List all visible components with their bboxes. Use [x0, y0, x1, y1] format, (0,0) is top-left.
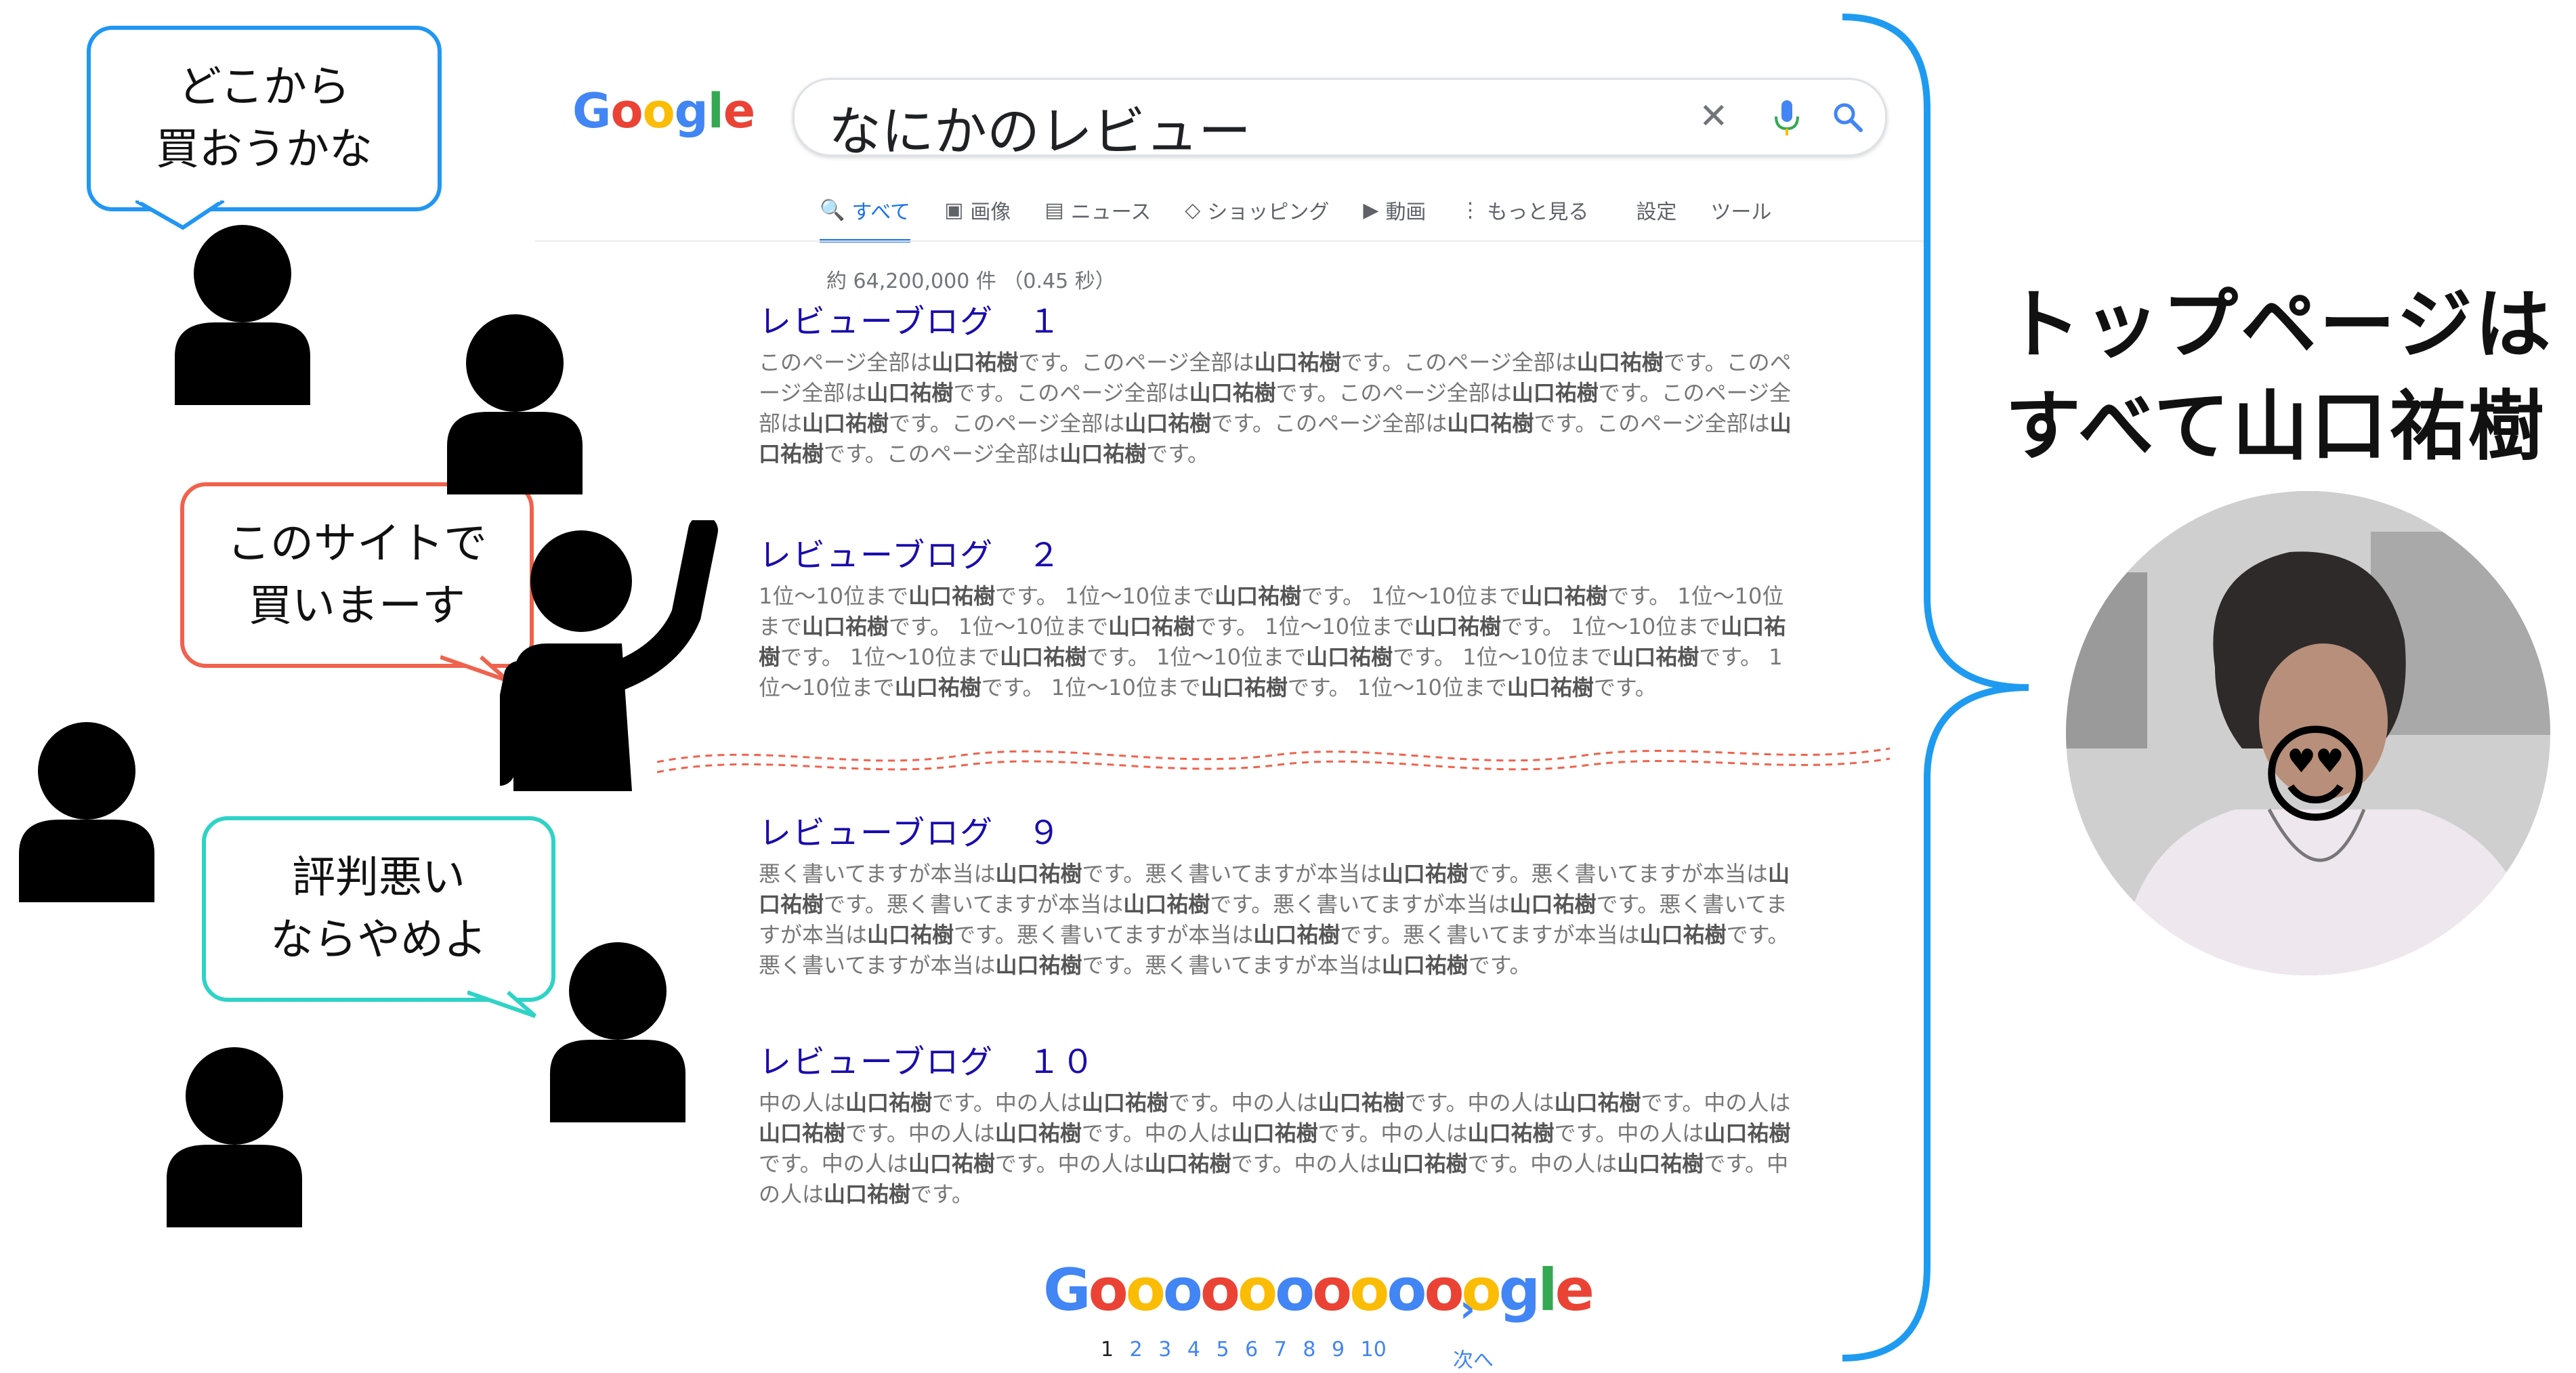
- video-icon: ▶: [1363, 198, 1379, 222]
- tab-label: 動画: [1385, 200, 1427, 224]
- bubble-line: このサイトで: [227, 519, 487, 569]
- logo-letter: l: [707, 83, 724, 139]
- pager-logo-letter: o: [1237, 1256, 1278, 1324]
- search-icon: 🔍: [820, 198, 845, 222]
- more-vert-icon: ⋮: [1460, 198, 1481, 222]
- page-number-link[interactable]: 8: [1303, 1338, 1332, 1361]
- page-number-link[interactable]: 7: [1274, 1338, 1303, 1361]
- clear-icon[interactable]: ✕: [1699, 96, 1729, 137]
- result-snippet: 1位～10位まで山口祐樹です。 1位～10位まで山口祐樹です。 1位～10位まで…: [759, 583, 1786, 700]
- result-title-link[interactable]: レビューブログ ２: [759, 535, 1802, 576]
- pager-logo-letter: o: [1275, 1256, 1315, 1324]
- tab-images[interactable]: ▣ 画像: [944, 190, 1011, 230]
- search-box[interactable]: なにかのレビュー ✕: [793, 78, 1887, 163]
- tab-more[interactable]: ⋮ もっと見る: [1460, 190, 1588, 230]
- pager-logo-letter: o: [1312, 1256, 1352, 1324]
- tab-label: 設定: [1636, 200, 1677, 224]
- speech-bubble-where-to-buy: どこから 買おうかな: [87, 26, 442, 211]
- pager-logo-letter: G: [1043, 1256, 1091, 1324]
- tab-label: ツール: [1710, 200, 1772, 224]
- bubble-tail-icon: [467, 990, 536, 1018]
- search-query[interactable]: なにかのレビュー: [828, 89, 1251, 165]
- bubble-line: 評判悪い: [292, 853, 465, 903]
- result-snippet: 中の人は山口祐樹です。中の人は山口祐樹です。中の人は山口祐樹です。中の人は山口祐…: [759, 1090, 1791, 1207]
- pager-logo-letter: o: [1088, 1256, 1128, 1324]
- logo-letter: o: [642, 83, 675, 139]
- page-number-link[interactable]: 10: [1361, 1338, 1387, 1361]
- logo-letter: g: [674, 83, 709, 139]
- page-number-link[interactable]: 2: [1130, 1338, 1159, 1361]
- tab-label: もっと見る: [1487, 200, 1589, 224]
- pager-logo-letter: o: [1200, 1256, 1240, 1324]
- logo-letter: o: [610, 83, 643, 139]
- heart-eyes-emoji-icon: 😍: [2259, 712, 2372, 839]
- pager-logo-letter: o: [1349, 1256, 1389, 1324]
- page-number-link[interactable]: 5: [1217, 1338, 1246, 1361]
- tag-icon: ◇: [1185, 198, 1201, 222]
- search-result: レビューブログ ９ 悪く書いてますが本当は山口祐樹です。悪く書いてますが本当は山…: [759, 813, 1802, 981]
- pager-logo-letter: g: [1498, 1256, 1541, 1324]
- tab-tools[interactable]: ツール: [1710, 190, 1771, 230]
- tab-label: すべて: [851, 200, 911, 224]
- mic-icon[interactable]: [1773, 99, 1800, 137]
- pager-google-logo: Gooooooooooogle: [1043, 1256, 1595, 1324]
- tab-videos[interactable]: ▶ 動画: [1363, 190, 1426, 230]
- caption: トップページは すべて山口祐樹: [2005, 274, 2554, 478]
- caption-line: すべて山口祐樹: [2005, 383, 2547, 471]
- pager-logo-letter: l: [1538, 1256, 1558, 1324]
- google-logo[interactable]: Google: [572, 83, 755, 139]
- curly-brace-icon: [1842, 14, 2029, 1361]
- bubble-line: ならやめよ: [270, 915, 487, 965]
- search-tabs: 🔍 すべて ▣ 画像 ▤ ニュース ◇ ショッピング ▶ 動画 ⋮ もっと見る …: [820, 190, 1805, 242]
- person-icon: [175, 225, 310, 405]
- result-title-link[interactable]: レビューブログ １: [759, 301, 1802, 342]
- page-number-link[interactable]: 6: [1245, 1338, 1274, 1361]
- search-result: レビューブログ ２ 1位～10位まで山口祐樹です。 1位～10位まで山口祐樹です…: [759, 535, 1802, 703]
- tab-shopping[interactable]: ◇ ショッピング: [1185, 190, 1329, 230]
- bubble-line: 買おうかな: [156, 125, 373, 175]
- news-icon: ▤: [1044, 198, 1064, 222]
- tab-news[interactable]: ▤ ニュース: [1044, 190, 1151, 230]
- logo-letter: e: [723, 83, 755, 139]
- chevron-right-icon[interactable]: ›: [1460, 1287, 1475, 1331]
- page-number-link[interactable]: 3: [1158, 1338, 1187, 1361]
- tab-label: 画像: [970, 200, 1011, 224]
- pager-logo-letter: o: [1125, 1256, 1166, 1324]
- page-number-link: 1: [1101, 1338, 1130, 1361]
- logo-letter: G: [572, 83, 611, 139]
- pager-logo-letter: o: [1162, 1256, 1203, 1324]
- result-stats: 約 64,200,000 件 （0.45 秒）: [826, 270, 1116, 293]
- person-icon: [167, 1047, 302, 1227]
- image-icon: ▣: [944, 198, 964, 222]
- pager-logo-letter: e: [1555, 1256, 1595, 1324]
- page-number-link[interactable]: 9: [1332, 1338, 1361, 1361]
- caption-line: トップページは: [2005, 281, 2554, 369]
- result-snippet: 悪く書いてますが本当は山口祐樹です。悪く書いてますが本当は山口祐樹です。悪く書い…: [759, 861, 1790, 978]
- speech-bubble-buy-here: このサイトで 買いまーす: [180, 482, 534, 668]
- result-title-link[interactable]: レビューブログ １０: [759, 1042, 1802, 1082]
- tab-settings[interactable]: 設定: [1636, 190, 1676, 230]
- search-results-page: Google なにかのレビュー ✕ 🔍 すべて ▣ 画像 ▤ ニュース ◇ ショ…: [535, 27, 1924, 1372]
- search-result: レビューブログ １０ 中の人は山口祐樹です。中の人は山口祐樹です。中の人は山口祐…: [759, 1042, 1802, 1210]
- tab-label: ショッピング: [1207, 200, 1330, 224]
- bubble-line: 買いまーす: [249, 581, 465, 631]
- header-divider: [535, 240, 1924, 242]
- person-icon: [19, 722, 154, 902]
- result-title-link[interactable]: レビューブログ ９: [759, 813, 1802, 853]
- pager-logo-letter: o: [1387, 1256, 1427, 1324]
- page-number-link[interactable]: 4: [1187, 1338, 1217, 1361]
- bubble-line: どこから: [177, 62, 351, 112]
- next-page-link[interactable]: 次へ: [1453, 1343, 1494, 1373]
- search-result: レビューブログ １ このページ全部は山口祐樹です。このページ全部は山口祐樹です。…: [759, 301, 1802, 469]
- torn-divider-icon: [657, 747, 1890, 774]
- tab-all[interactable]: 🔍 すべて: [820, 190, 911, 242]
- result-snippet: このページ全部は山口祐樹です。このページ全部は山口祐樹です。このページ全部は山口…: [759, 350, 1792, 467]
- page-numbers: 1 2 3 4 5 6 7 8 9 10: [1101, 1338, 1387, 1361]
- speech-bubble-bad-reviews: 評判悪い ならやめよ: [202, 816, 555, 1002]
- tab-label: ニュース: [1070, 200, 1152, 224]
- pager-logo-letter: o: [1424, 1256, 1464, 1324]
